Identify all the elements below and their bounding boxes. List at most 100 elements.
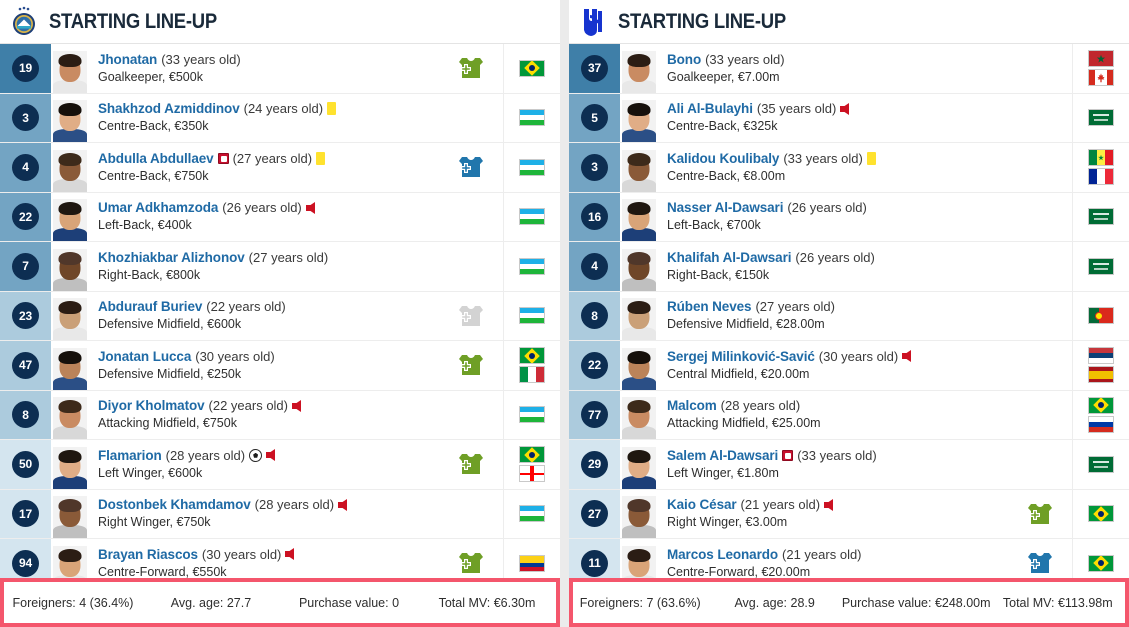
lineup-player-row[interactable]: 16 Nasser Al-Dawsari (26 years old) Left-Ba… [569,192,1129,242]
player-photo-cell[interactable] [51,242,89,291]
player-photo-cell[interactable] [620,143,658,192]
lineup-player-row[interactable]: 50 Flamarion (28 years old) Left Winger, €6… [0,440,560,490]
lineup-player-row[interactable]: 29 Salem Al-Dawsari (33 years old) Left Win… [569,440,1129,490]
player-photo-cell[interactable] [51,94,89,142]
player-name-link[interactable]: Khozhiakbar Alizhonov [98,249,245,266]
lineup-player-row[interactable]: 3 Shakhzod Azmiddinov (24 years old) Centre… [0,93,560,143]
substitution-icon-cell[interactable] [439,143,503,192]
lineup-player-row[interactable]: 4 Abdulla Abdullaev (27 years old) Centre-B… [0,143,560,193]
player-photo-cell[interactable] [51,391,89,439]
lineup-player-row[interactable]: 19 Jhonatan (33 years old) Goalkeeper, €500… [0,44,560,94]
player-photo-cell[interactable] [620,193,658,241]
shirt-number-badge: 3 [581,153,608,181]
player-photo-cell[interactable] [620,292,658,340]
flag-italy-icon [519,366,545,384]
player-name-link[interactable]: Rúben Neves [667,298,752,315]
player-name-link[interactable]: Bono [667,51,701,68]
lineup-player-row[interactable]: 8 Rúben Neves (27 years old) Defensive Midf… [569,291,1129,341]
player-photo-cell[interactable] [620,341,658,390]
lineup-player-row[interactable]: 17 Dostonbek Khamdamov (28 years old) Right… [0,489,560,539]
player-name-link[interactable]: Flamarion [98,447,162,464]
player-photo-cell[interactable] [51,490,89,538]
lineup-player-row[interactable]: 22 Umar Adkhamzoda (26 years old) Left-Back… [0,192,560,242]
player-name-link[interactable]: Sergej Milinković-Savić [667,348,815,365]
player-age: (33 years old) [705,51,785,67]
lineup-player-row[interactable]: 4 Khalifah Al-Dawsari (26 years old) Right-… [569,242,1129,292]
substitution-icon-cell[interactable] [439,292,503,341]
player-name-link[interactable]: Salem Al-Dawsari [667,447,778,464]
shirt-number-cell: 22 [569,341,620,390]
player-info-cell: Dostonbek Khamdamov (28 years old) Right W… [89,490,439,539]
player-photo-cell[interactable] [51,440,89,489]
lineup-player-row[interactable]: 7 Khozhiakbar Alizhonov (27 years old) Righ… [0,242,560,292]
player-name-line: Jonatan Lucca (30 years old) [98,348,439,365]
player-name-link[interactable]: Shakhzod Azmiddinov [98,100,240,117]
flag-uzbekistan-icon [519,505,545,523]
player-photo [53,496,87,538]
lineup-player-row[interactable]: 27 Kaio César (21 years old) Right Winger, … [569,489,1129,539]
player-name-link[interactable]: Malcom [667,397,717,414]
player-info-cell: Khalifah Al-Dawsari (26 years old) Right-B… [658,242,1008,291]
nationality-flags-cell [1072,93,1129,142]
player-position-and-value: Attacking Midfield, €25.00m [667,416,821,431]
player-photo-cell[interactable] [51,292,89,340]
player-info-cell: Nasser Al-Dawsari (26 years old) Left-Back… [658,193,1008,242]
substitution-icon-cell[interactable] [439,440,503,489]
player-name-link[interactable]: Abdulla Abdullaev [98,150,214,167]
player-photo-cell[interactable] [51,44,89,93]
player-name-link[interactable]: Nasser Al-Dawsari [667,199,783,216]
player-photo-cell[interactable] [620,391,658,439]
nationality-flags-cell [503,242,560,291]
home-club-crest-icon [13,6,35,35]
lineup-player-row[interactable]: 77 Malcom (28 years old) Attacking Midfield… [569,390,1129,440]
substitution-icon-cell[interactable] [1008,490,1072,539]
shirt-number-cell: 22 [0,192,51,241]
player-name-link[interactable]: Khalifah Al-Dawsari [667,249,791,266]
player-photo [53,149,87,192]
player-name-link[interactable]: Umar Adkhamzoda [98,199,218,216]
player-position-and-value: Left Winger, €600k [98,465,203,480]
substitution-icon-cell[interactable] [439,44,503,93]
player-name-line: Sergej Milinković-Savić (30 years old) [667,348,1008,365]
player-name-link[interactable]: Ali Al-Bulayhi [667,100,753,117]
lineup-player-row[interactable]: 8 Diyor Kholmatov (22 years old) Attacking … [0,390,560,440]
player-photo-cell[interactable] [620,242,658,291]
player-position-and-value: Left-Back, €400k [98,218,192,233]
home-lineup-footer: Foreigners: 4 (36.4%) Avg. age: 27.7 Pur… [0,578,560,627]
shirt-number-badge: 17 [12,500,39,528]
flag-france-icon [1088,168,1114,186]
player-name-link[interactable]: Marcos Leonardo [667,546,778,563]
substituted-off-arrow-icon [840,102,850,115]
lineup-player-row[interactable]: 47 Jonatan Lucca (30 years old) Defensive M… [0,341,560,391]
away-lineup-header: STARTING LINE-UP [569,0,1129,44]
player-photo-cell[interactable] [51,143,89,192]
shirt-number-badge: 8 [581,302,608,330]
lineup-player-row[interactable]: 23 Abdurauf Buriev (22 years old) Defensive… [0,291,560,341]
player-name-link[interactable]: Kaio César [667,496,737,513]
player-name-link[interactable]: Brayan Riascos [98,546,198,563]
player-photo-cell[interactable] [51,341,89,390]
player-name-line: Diyor Kholmatov (22 years old) [98,397,439,414]
player-name-line: Ali Al-Bulayhi (35 years old) [667,100,1008,117]
player-photo-cell[interactable] [620,440,658,489]
lineup-player-row[interactable]: 22 Sergej Milinković-Savić (30 years old) C… [569,341,1129,391]
player-name-link[interactable]: Jhonatan [98,51,157,68]
player-name-link[interactable]: Dostonbek Khamdamov [98,496,251,513]
player-name-line: Khalifah Al-Dawsari (26 years old) [667,249,1008,266]
lineup-player-row[interactable]: 37 Bono (33 years old) Goalkeeper, €7.00m [569,44,1129,94]
player-photo [53,298,87,340]
shirt-number-cell: 17 [0,489,51,538]
shirt-number-cell: 8 [569,291,620,340]
lineup-player-row[interactable]: 3 Kalidou Koulibaly (33 years old) Centre-B… [569,143,1129,193]
substitution-icon-cell[interactable] [439,341,503,390]
player-photo-cell[interactable] [51,193,89,241]
player-name-link[interactable]: Kalidou Koulibaly [667,150,779,167]
player-name-link[interactable]: Abdurauf Buriev [98,298,202,315]
lineup-player-row[interactable]: 5 Ali Al-Bulayhi (35 years old) Centre-Back… [569,93,1129,143]
player-name-link[interactable]: Diyor Kholmatov [98,397,205,414]
player-photo-cell[interactable] [620,94,658,142]
nationality-flags-cell [503,93,560,142]
player-name-link[interactable]: Jonatan Lucca [98,348,191,365]
player-photo-cell[interactable] [620,44,658,93]
player-photo-cell[interactable] [620,490,658,538]
